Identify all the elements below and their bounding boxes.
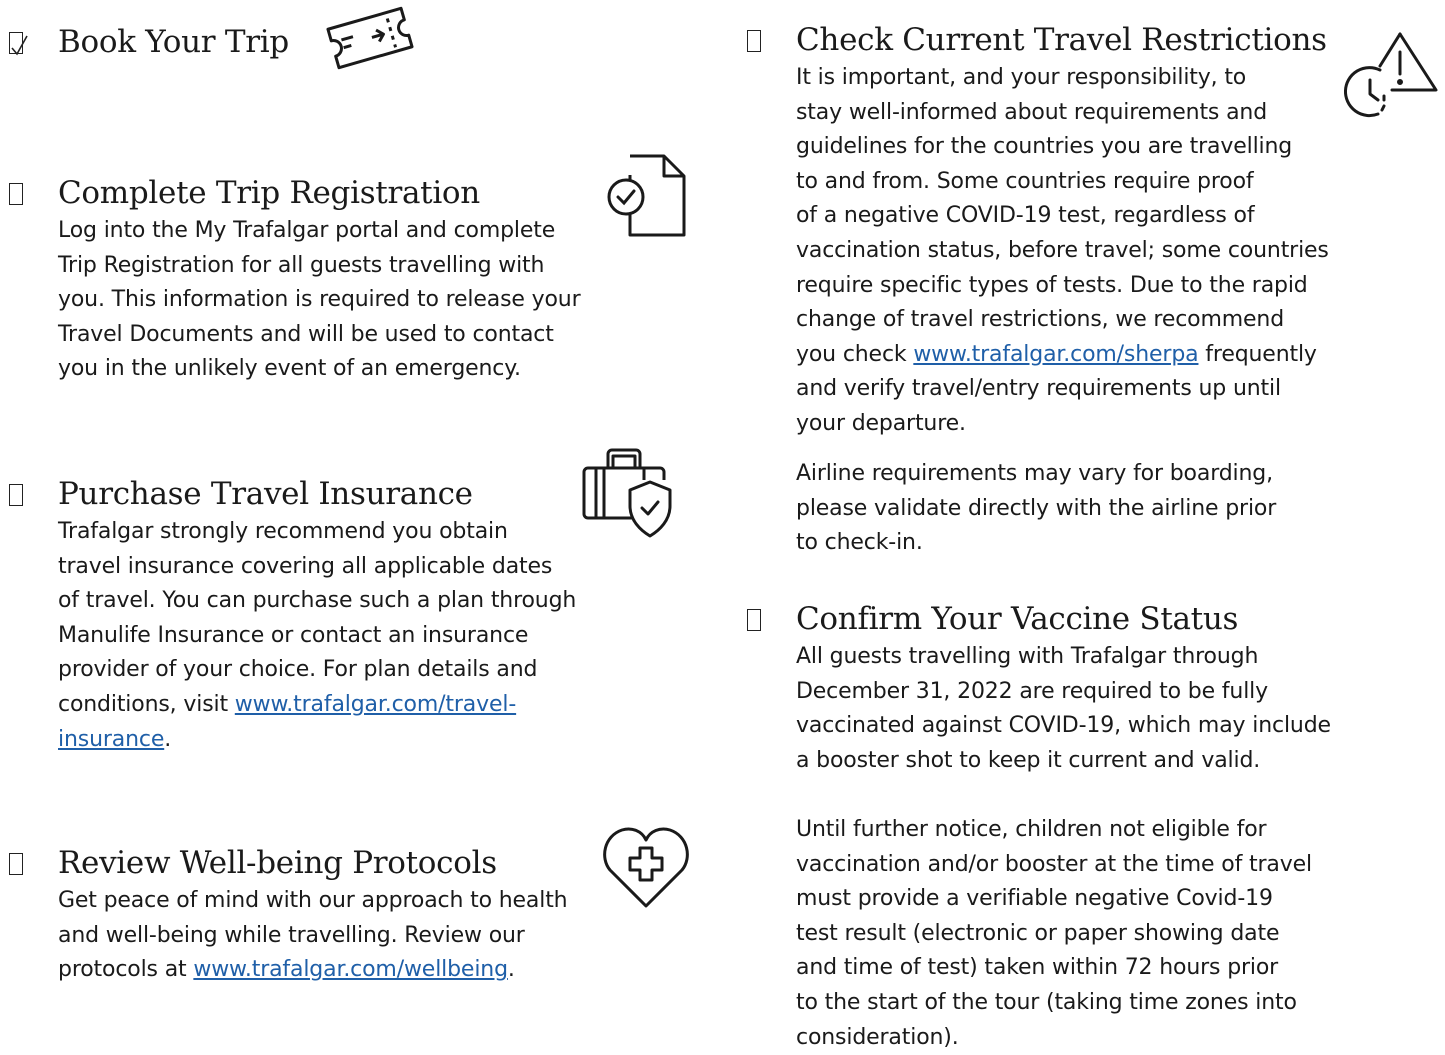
checkbox[interactable] [747,30,761,52]
section-body: All guests travelling with Trafalgar thr… [796,644,1331,773]
section-heading: Check Current Travel Restrictions [796,22,1327,58]
travel-insurance-link[interactable]: www.trafalgar.com/travel- [235,692,516,717]
section-heading: Review Well-being Protocols [58,845,497,881]
section-heading: Confirm Your Vaccine Status [796,601,1239,637]
section-heading: Book Your Trip [58,24,289,60]
clock-warning-icon [1340,30,1440,118]
section-heading: Complete Trip Registration [58,175,480,211]
suitcase-shield-icon [580,448,674,540]
checkbox[interactable] [9,853,23,875]
sherpa-link[interactable]: www.trafalgar.com/sherpa [913,342,1198,367]
ticket-icon [318,2,422,74]
checkbox[interactable] [747,609,761,631]
document-check-icon [604,153,688,241]
section-body: Log into the My Trafalgar portal and com… [58,218,581,382]
section-body-2: Airline requirements may vary for boardi… [796,461,1277,556]
checkbox[interactable] [9,484,23,506]
travel-insurance-link-cont[interactable]: insurance [58,727,164,752]
check-icon [11,35,28,56]
section-heading: Purchase Travel Insurance [58,476,473,512]
section-body: Get peace of mind with our approach to h… [58,888,568,983]
section-body: Trafalgar strongly recommend you obtain … [58,519,577,752]
section-body: It is important, and your responsibility… [796,65,1329,436]
wellbeing-link[interactable]: www.trafalgar.com/wellbeing [193,957,508,982]
section-body-2: Until further notice, children not eligi… [796,817,1312,1050]
heart-cross-icon [602,824,690,910]
checkbox[interactable] [9,183,23,205]
